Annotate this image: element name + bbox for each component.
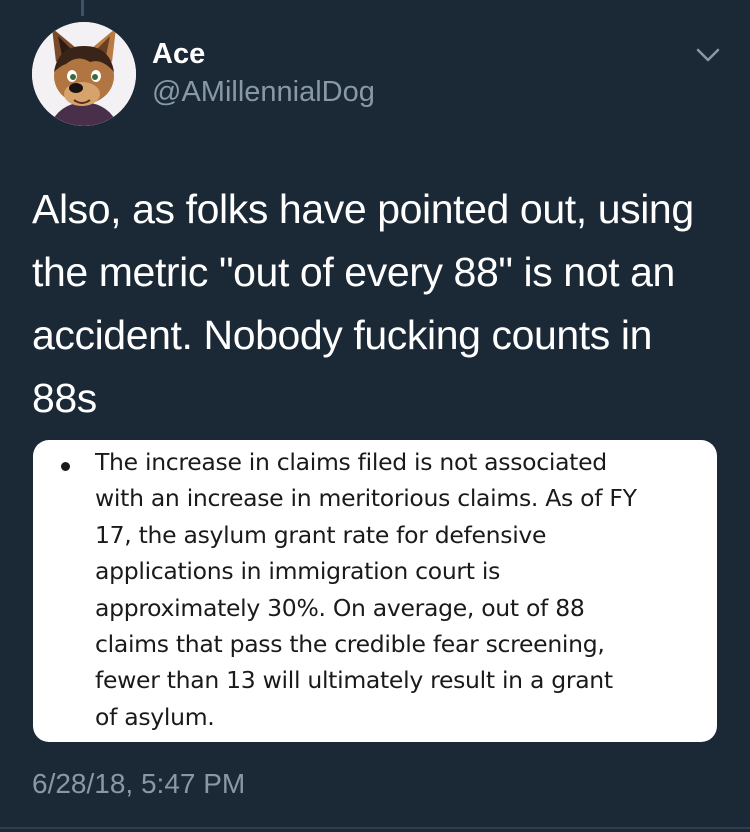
image-text-line: approximately 30%. On average, out of 88 <box>95 593 585 622</box>
thread-connector-line <box>81 0 84 16</box>
image-text-line: applications in immigration court is <box>95 557 501 586</box>
avatar[interactable] <box>32 22 136 126</box>
image-text-line: 17, the asylum grant rate for defensive <box>95 520 547 549</box>
tweet-text-line: 88s <box>32 375 97 421</box>
tweet-text: Also, as folks have pointed out, using t… <box>32 178 722 430</box>
image-text-line: of asylum. <box>95 702 215 731</box>
tweet-text-line: Also, as folks have pointed out, using <box>32 186 694 232</box>
divider <box>0 827 750 829</box>
author-handle[interactable]: @AMillennialDog <box>152 74 375 110</box>
image-text-line: with an increase in meritorious claims. … <box>95 484 637 513</box>
attached-image[interactable]: The increase in claims filed is not asso… <box>33 440 717 742</box>
image-text-line: The increase in claims filed is not asso… <box>95 448 607 476</box>
tweet-text-line: accident. Nobody fucking counts in <box>32 312 652 358</box>
author-display-name[interactable]: Ace <box>152 36 205 72</box>
bullet-point-icon <box>61 462 70 471</box>
tweet-detail: Ace @AMillennialDog Also, as folks have … <box>0 0 750 832</box>
image-text-line: claims that pass the credible fear scree… <box>95 630 605 659</box>
tweet-text-line: the metric "out of every 88" is not an <box>32 249 675 295</box>
attached-image-text: The increase in claims filed is not asso… <box>95 444 705 735</box>
chevron-down-icon[interactable] <box>694 44 722 66</box>
cartoon-dog-avatar-icon <box>32 22 136 126</box>
image-text-line: fewer than 13 will ultimately result in … <box>95 666 613 695</box>
tweet-timestamp[interactable]: 6/28/18, 5:47 PM <box>32 766 245 802</box>
